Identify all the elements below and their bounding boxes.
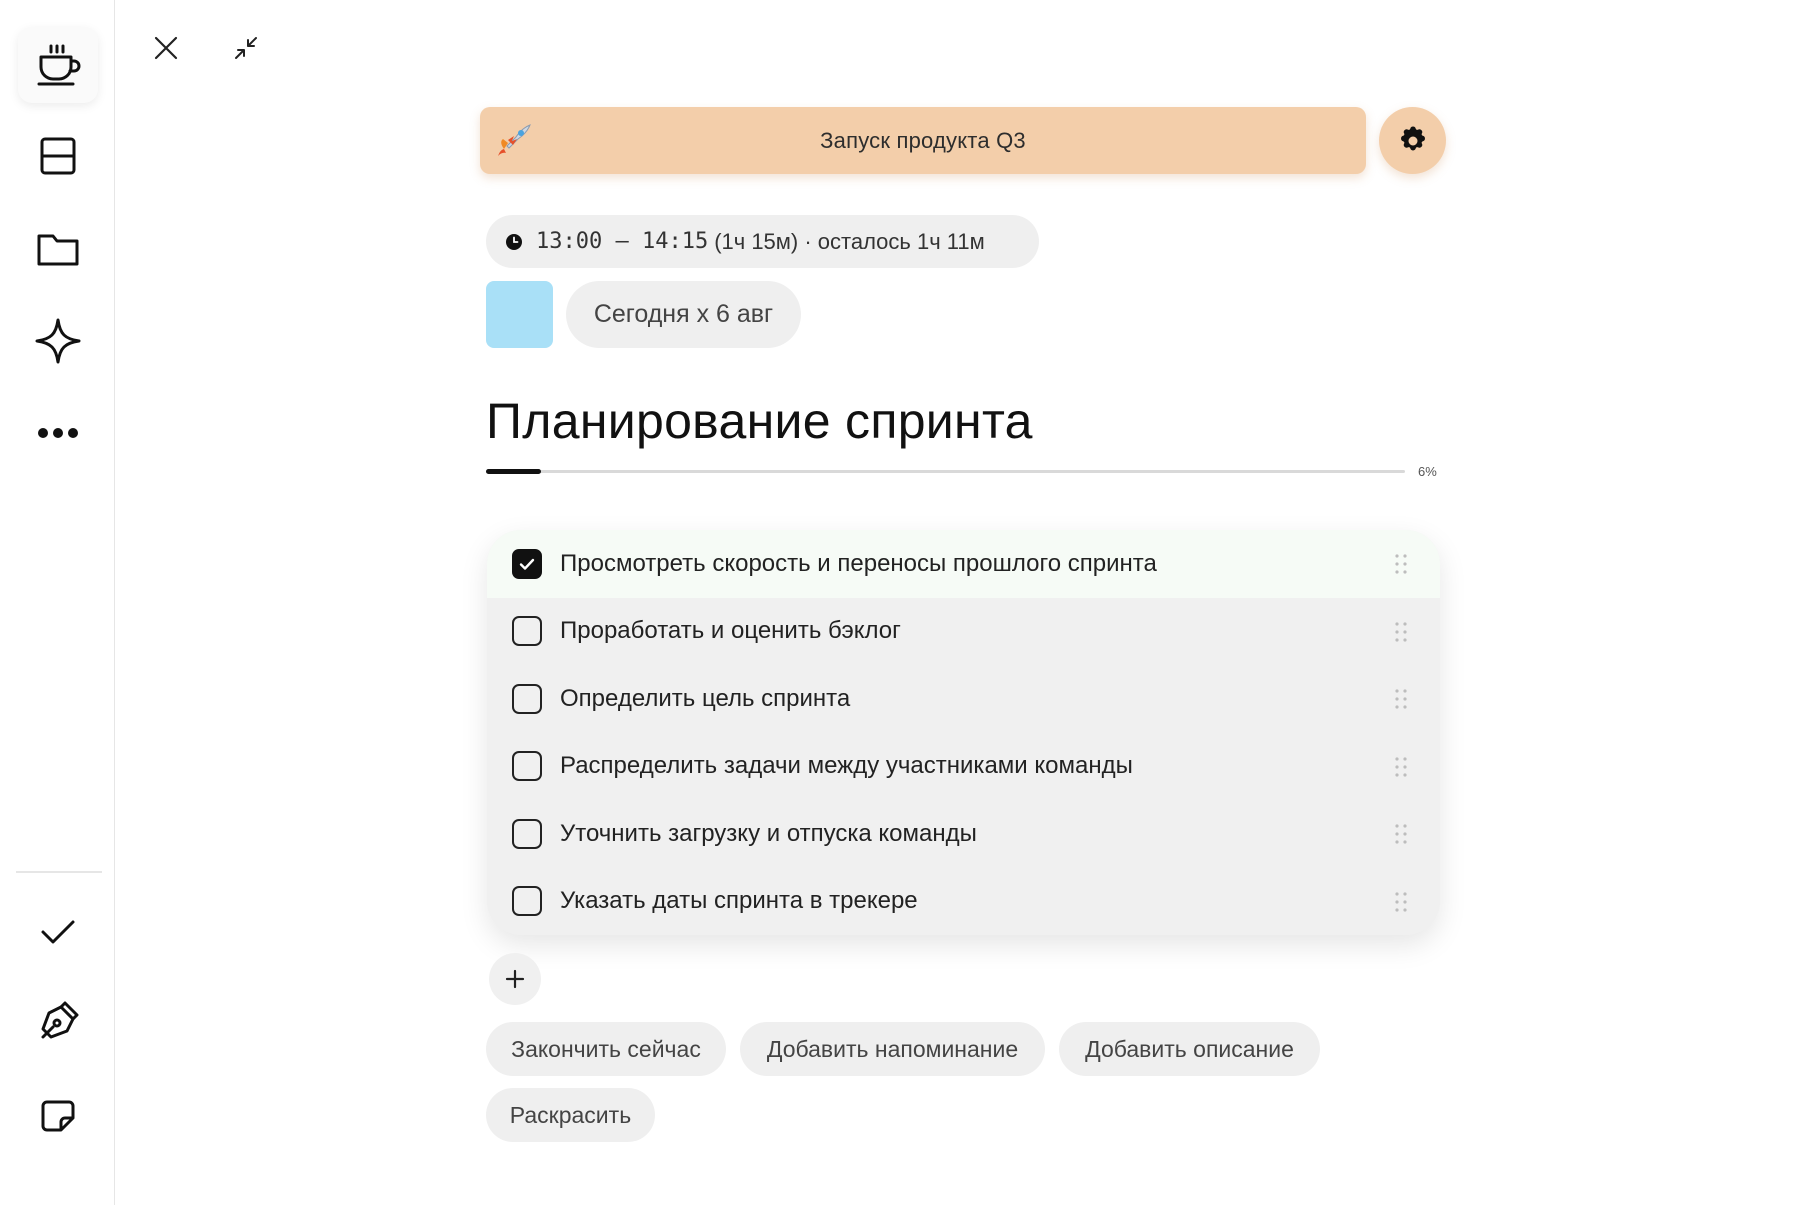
progress-fill (486, 469, 542, 474)
time-range: 13:00 — 14:15 (536, 229, 709, 254)
time-remaining: (1ч 15м) · осталось 1ч 11м (714, 228, 985, 254)
task-title[interactable]: Планирование спринта (486, 392, 1033, 450)
close-icon (154, 36, 178, 60)
add-item-button[interactable] (489, 953, 541, 1005)
more-dots-icon (38, 428, 78, 438)
check-icon (519, 558, 535, 570)
finish-now-button[interactable]: Закончить сейчас (486, 1022, 726, 1076)
sticky-note-icon (41, 1100, 75, 1132)
checklist: Просмотреть скорость и переносы прошлого… (487, 530, 1440, 935)
folder-icon (37, 234, 79, 266)
sparkle-icon (35, 318, 81, 364)
event-title: Запуск продукта Q3 (820, 127, 1026, 153)
checklist-item[interactable]: Уточнить загрузку и отпуска команды (487, 800, 1440, 868)
sidebar-item-layout[interactable] (18, 118, 98, 194)
checklist-item-label: Просмотреть скорость и переносы прошлого… (560, 549, 1157, 577)
sidebar-item-more[interactable] (18, 395, 98, 471)
progress-bar (486, 469, 1405, 474)
sidebar-item-notes[interactable] (18, 1077, 98, 1153)
checkbox[interactable] (512, 818, 542, 849)
sidebar-item-tasks[interactable] (18, 893, 98, 969)
color-swatch[interactable] (486, 281, 553, 348)
sidebar-item-coffee[interactable] (18, 27, 98, 103)
pen-nib-icon (41, 1001, 79, 1039)
progress-label: 6% (1418, 464, 1437, 479)
checklist-item[interactable]: Определить цель спринта (487, 665, 1440, 733)
event-banner[interactable]: Запуск продукта Q3 (480, 107, 1366, 174)
sidebar-item-pen[interactable] (18, 984, 98, 1060)
gear-icon (1400, 126, 1425, 150)
checkbox[interactable] (512, 886, 542, 917)
coffee-cup-icon (37, 44, 81, 86)
event-settings-button[interactable] (1379, 107, 1446, 174)
sidebar-item-sparkle[interactable] (18, 303, 98, 379)
app-window: Запуск продукта Q3 13:00 — 14:15 (1ч 15м… (0, 0, 1800, 1205)
drag-handle-icon[interactable] (1394, 756, 1408, 778)
sidebar-item-folder[interactable] (18, 211, 98, 287)
split-layout-icon (40, 137, 76, 175)
drag-handle-icon[interactable] (1394, 688, 1408, 710)
drag-handle-icon[interactable] (1394, 823, 1408, 845)
checkbox[interactable] (512, 616, 542, 647)
checklist-item[interactable]: Проработать и оценить бэклог (487, 598, 1440, 666)
drag-handle-icon[interactable] (1394, 621, 1408, 643)
checkmark-icon (41, 920, 75, 944)
collapse-button[interactable] (224, 26, 268, 70)
checkbox[interactable] (512, 751, 542, 782)
checklist-item[interactable]: Просмотреть скорость и переносы прошлого… (487, 530, 1440, 598)
drag-handle-icon[interactable] (1394, 891, 1408, 913)
close-button[interactable] (144, 26, 188, 70)
checklist-item[interactable]: Распределить задачи между участниками ко… (487, 733, 1440, 801)
checklist-item-label: Уточнить загрузку и отпуска команды (560, 819, 977, 847)
drag-handle-icon[interactable] (1394, 553, 1408, 575)
colorize-button[interactable]: Раскрасить (486, 1088, 655, 1142)
checklist-item[interactable]: Указать даты спринта в трекере (487, 868, 1440, 936)
rocket-icon (498, 124, 531, 156)
plus-icon (505, 969, 525, 989)
sidebar-divider (16, 871, 102, 873)
checklist-item-label: Распределить задачи между участниками ко… (560, 752, 1133, 780)
add-description-button[interactable]: Добавить описание (1059, 1022, 1320, 1076)
clock-icon (506, 233, 522, 250)
checkbox[interactable] (512, 548, 542, 579)
add-reminder-button[interactable]: Добавить напоминание (740, 1022, 1045, 1076)
checklist-item-label: Проработать и оценить бэклог (560, 617, 901, 645)
collapse-icon (235, 37, 257, 59)
checklist-item-label: Определить цель спринта (560, 684, 851, 712)
sidebar (0, 0, 115, 1205)
date-pill[interactable]: Сегодня x 6 авг (566, 281, 801, 348)
checklist-item-label: Указать даты спринта в трекере (560, 887, 918, 915)
checkbox[interactable] (512, 683, 542, 714)
time-range-pill[interactable]: 13:00 — 14:15 (1ч 15м) · осталось 1ч 11м (486, 215, 1039, 268)
